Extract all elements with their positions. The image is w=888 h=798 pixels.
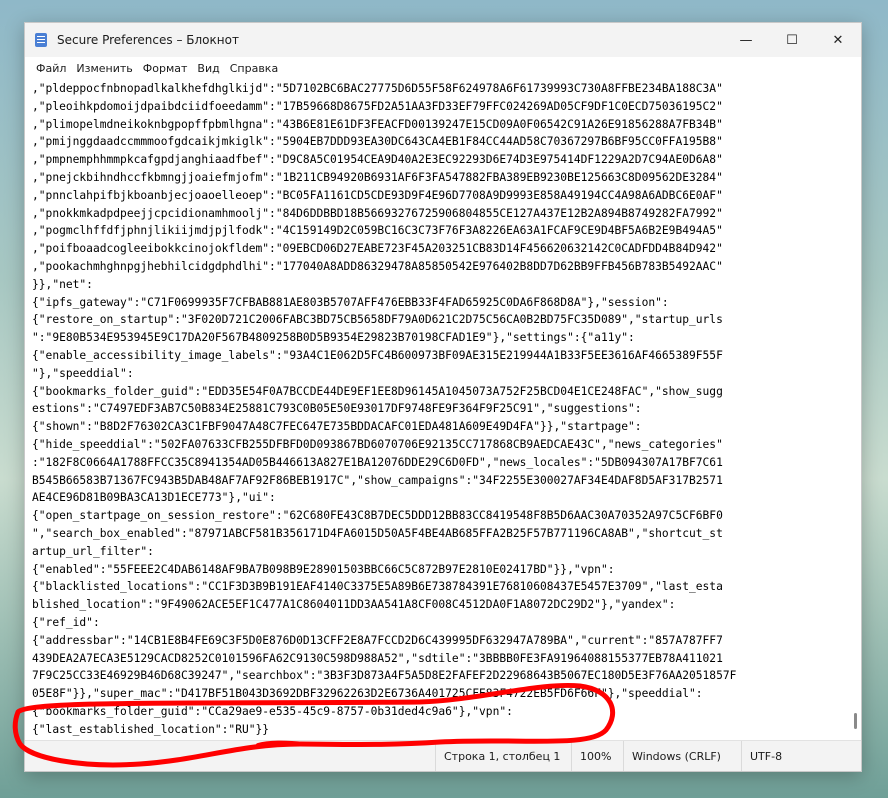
notepad-window: Secure Preferences – Блокнот — ☐ ✕ Файл … — [24, 22, 862, 772]
zoom-level: 100% — [571, 741, 623, 771]
vertical-scrollbar[interactable] — [849, 79, 861, 741]
maximize-button[interactable]: ☐ — [769, 23, 815, 57]
scrollbar-thumb[interactable] — [854, 713, 857, 729]
notepad-icon — [35, 33, 47, 47]
menu-format[interactable]: Формат — [138, 60, 193, 77]
window-controls: — ☐ ✕ — [723, 23, 861, 57]
text-editor[interactable]: ,"pldeppocfnbnopadlkalkhefdhglkijd":"5D7… — [25, 79, 861, 741]
cursor-position: Строка 1, столбец 1 — [435, 741, 571, 771]
menu-bar: Файл Изменить Формат Вид Справка — [25, 57, 861, 79]
title-bar[interactable]: Secure Preferences – Блокнот — ☐ ✕ — [25, 23, 861, 57]
menu-view[interactable]: Вид — [192, 60, 224, 77]
menu-help[interactable]: Справка — [225, 60, 283, 77]
document-text[interactable]: ,"pldeppocfnbnopadlkalkhefdhglkijd":"5D7… — [32, 80, 844, 738]
line-ending: Windows (CRLF) — [623, 741, 741, 771]
minimize-button[interactable]: — — [723, 23, 769, 57]
menu-file[interactable]: Файл — [31, 60, 71, 77]
menu-edit[interactable]: Изменить — [71, 60, 137, 77]
status-bar: Строка 1, столбец 1 100% Windows (CRLF) … — [25, 740, 861, 771]
window-title: Secure Preferences – Блокнот — [57, 33, 239, 47]
close-button[interactable]: ✕ — [815, 23, 861, 57]
encoding: UTF-8 — [741, 741, 861, 771]
